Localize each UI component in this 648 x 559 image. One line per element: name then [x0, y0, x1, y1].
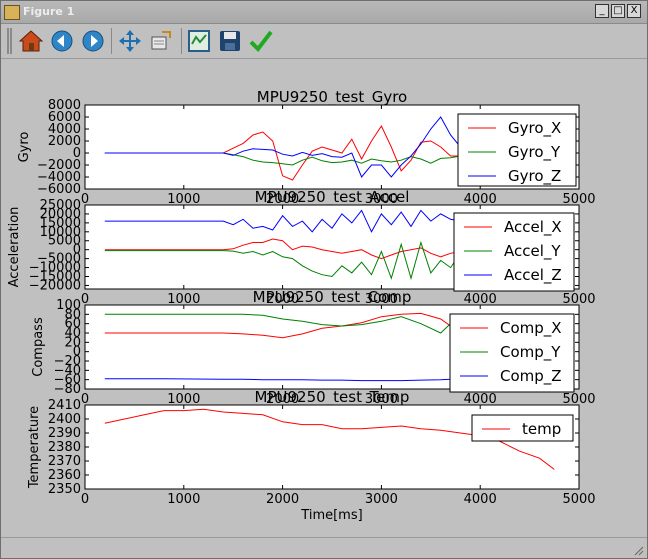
- figure-canvas: 0 1000 2000 3000 4000 5000 −6000 −4000 −2000 0 200…: [1, 59, 647, 535]
- legend-entry: Comp_X: [500, 319, 562, 338]
- y-tick-label: 2360: [48, 468, 81, 483]
- y-axis-label: Gyro: [17, 132, 32, 163]
- forward-icon[interactable]: [80, 28, 106, 54]
- legend-entry: Accel_X: [504, 218, 562, 237]
- toolbar-separator: [111, 28, 112, 54]
- legend-entry: Comp_Y: [500, 343, 561, 362]
- matplotlib-app-icon: [4, 5, 20, 20]
- x-tick-label: 2000: [266, 492, 299, 507]
- zoom-icon[interactable]: [148, 28, 174, 54]
- maximize-button[interactable]: □: [611, 4, 625, 18]
- y-tick-label: 2370: [48, 454, 81, 469]
- legend-entry: Gyro_X: [508, 119, 561, 138]
- x-tick-label: 5000: [562, 492, 595, 507]
- figure-svg: 0 1000 2000 3000 4000 5000−6000−4000−20000200…: [7, 88, 596, 523]
- navigation-toolbar: [1, 24, 647, 59]
- subplot-4: 0 1000 2000 3000 4000 5000 2350236023702380239…: [27, 388, 596, 523]
- title-bar[interactable]: Figure 1 _ □ X: [1, 1, 647, 24]
- y-tick-label: 25000: [40, 198, 81, 213]
- save-icon[interactable]: [217, 28, 243, 54]
- status-bar: [1, 537, 647, 559]
- legend-entry: temp: [522, 420, 561, 438]
- home-icon[interactable]: [18, 28, 44, 54]
- x-tick-label: 3000: [365, 492, 398, 507]
- legend-entry: Gyro_Y: [508, 143, 561, 162]
- resize-grip-icon[interactable]: [634, 546, 644, 556]
- subplot-title: MPU9250_test_Gyro: [257, 88, 407, 107]
- y-axis-label: Compass: [31, 317, 46, 377]
- legend-entry: Comp_Z: [500, 367, 562, 386]
- pan-icon[interactable]: [117, 28, 143, 54]
- close-button[interactable]: X: [627, 4, 641, 18]
- toolbar-separator: [181, 28, 182, 54]
- y-tick-label: 2390: [48, 426, 81, 441]
- window-title: Figure 1: [23, 5, 75, 18]
- y-tick-label: 2410: [48, 398, 81, 413]
- subplot-title: MPU9250_test_Comp: [253, 288, 412, 307]
- legend-entry: Accel_Y: [504, 242, 561, 261]
- y-tick-label: 2400: [48, 412, 81, 427]
- x-tick-label: 1000: [167, 492, 200, 507]
- y-tick-label: 2350: [48, 482, 81, 497]
- back-icon[interactable]: [49, 28, 75, 54]
- y-tick-label: 100: [56, 298, 81, 313]
- x-axis-label: Time[ms]: [300, 508, 362, 523]
- figure-window: Figure 1 _ □ X 0 1000 2000 3000 4000 500…: [0, 0, 648, 559]
- configure-subplots-icon[interactable]: [186, 28, 212, 54]
- subplot-title: MPU9250_test_Accel: [255, 188, 410, 207]
- x-tick-label: 0: [81, 492, 89, 507]
- y-tick-label: 8000: [48, 98, 81, 113]
- check-icon[interactable]: [248, 28, 274, 54]
- toolbar-grip[interactable]: [7, 28, 12, 54]
- minimize-button[interactable]: _: [595, 4, 609, 18]
- y-tick-label: 2380: [48, 440, 81, 455]
- subplot-title: MPU9250_test_Temp: [255, 388, 410, 407]
- x-tick-label: 4000: [464, 492, 497, 507]
- y-axis-label: Acceleration: [7, 207, 22, 288]
- y-axis-label: Temperature: [27, 406, 42, 489]
- legend-entry: Accel_Z: [504, 266, 562, 285]
- legend-entry: Gyro_Z: [508, 167, 561, 186]
